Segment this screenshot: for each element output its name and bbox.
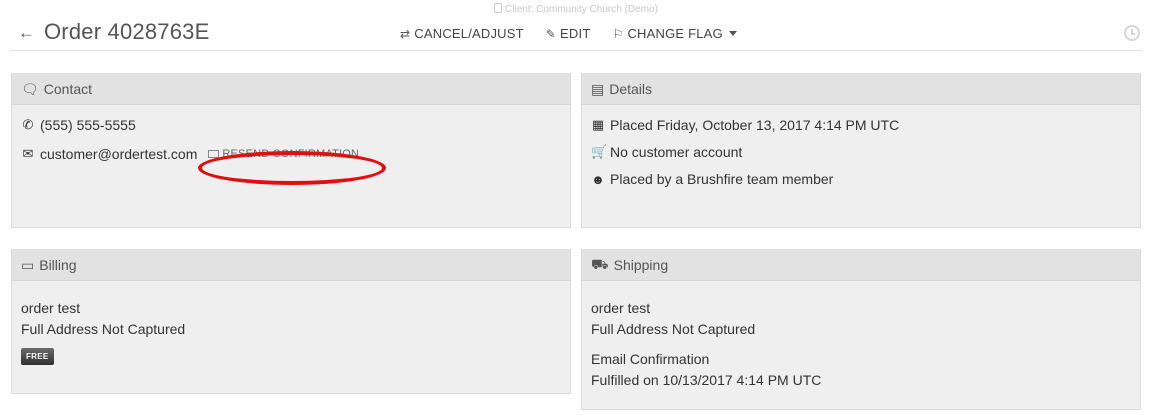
user-icon: ☻	[591, 171, 605, 187]
cart-icon: 🛒	[591, 144, 608, 159]
caret-down-icon	[728, 31, 737, 36]
details-panel-header: ▤ Details	[582, 74, 1140, 105]
resend-confirmation-button[interactable]: RESEND CONFIRMATION	[208, 148, 359, 160]
change-flag-button[interactable]: ⚐ CHANGE FLAG	[612, 26, 737, 41]
free-badge: FREE	[21, 348, 54, 365]
billing-panel-body: order test Full Address Not Captured FRE…	[12, 281, 570, 377]
archive-icon: ▤	[591, 80, 605, 97]
details-panel-body: ▦ Placed Friday, October 13, 2017 4:14 PM…	[582, 105, 1140, 212]
billing-panel-header: ▭ Billing	[12, 250, 570, 281]
flag-icon: ⚐	[612, 26, 624, 41]
order-header: ← Order 4028763E ⇄ CANCEL/ADJUST ✎ EDIT ⚐ C…	[10, 14, 1142, 51]
details-title: Details	[609, 81, 653, 97]
shipping-panel: ⛟ Shipping order test Full Address Not Ca…	[581, 249, 1141, 410]
resend-confirmation-label: RESEND CONFIRMATION	[222, 148, 360, 160]
contact-phone: (555) 555-5555	[40, 117, 136, 133]
money-icon: ▭	[21, 256, 35, 273]
pencil-icon: ✎	[545, 26, 557, 41]
phone-icon: ✆	[22, 117, 34, 132]
shipping-method: Email Confirmation	[591, 351, 710, 367]
billing-panel: ▭ Billing order test Full Address Not Cap…	[11, 249, 571, 394]
contact-email-row: ✉ customer@ordertest.com RESEND CONFIRMAT…	[21, 146, 561, 162]
envelope-icon: ✉	[22, 146, 34, 161]
truck-icon: ⛟	[591, 255, 609, 272]
billing-title: Billing	[39, 257, 77, 273]
details-placed: Placed Friday, October 13, 2017 4:14 PM …	[610, 117, 900, 133]
contact-title: Contact	[43, 81, 93, 97]
contact-panel-body: ✆ (555) 555-5555 ✉ customer@ordertest.com …	[12, 105, 570, 187]
billing-name: order test	[21, 300, 81, 316]
shipping-fulfilled: Fulfilled on 10/13/2017 4:14 PM UTC	[591, 372, 822, 388]
calendar-icon: ▦	[591, 117, 605, 132]
clock-icon[interactable]	[1124, 25, 1140, 41]
envelope-outline-icon	[208, 150, 220, 158]
details-placed-by-row: ☻ Placed by a Brushfire team member	[591, 171, 1131, 187]
details-panel: ▤ Details ▦ Placed Friday, October 13, 201…	[581, 73, 1141, 228]
comments-icon: 🗨	[21, 80, 39, 97]
document-icon	[494, 3, 503, 13]
shipping-title: Shipping	[613, 257, 669, 273]
change-flag-label: CHANGE FLAG	[627, 26, 723, 41]
contact-email: customer@ordertest.com	[40, 146, 198, 162]
details-placed-by: Placed by a Brushfire team member	[610, 171, 834, 187]
details-account: No customer account	[610, 144, 743, 160]
shipping-address: Full Address Not Captured	[591, 321, 756, 337]
cancel-adjust-button[interactable]: ⇄ CANCEL/ADJUST	[400, 26, 524, 41]
contact-panel: 🗨 Contact ✆ (555) 555-5555 ✉ customer@order…	[11, 73, 571, 228]
shipping-panel-header: ⛟ Shipping	[582, 250, 1140, 281]
contact-phone-row: ✆ (555) 555-5555	[21, 117, 561, 133]
shipping-name: order test	[591, 300, 651, 316]
order-actions: ⇄ CANCEL/ADJUST ✎ EDIT ⚐ CHANGE FLAG	[400, 26, 737, 41]
page-title: Order 4028763E	[44, 19, 210, 44]
back-arrow-icon[interactable]: ←	[18, 23, 35, 43]
edit-label: EDIT	[560, 26, 591, 41]
exchange-icon: ⇄	[400, 26, 411, 41]
cancel-adjust-label: CANCEL/ADJUST	[414, 26, 524, 41]
shipping-panel-body: order test Full Address Not Captured Ema…	[582, 281, 1140, 403]
edit-button[interactable]: ✎ EDIT	[546, 26, 591, 41]
contact-panel-header: 🗨 Contact	[12, 74, 570, 105]
billing-address: Full Address Not Captured	[21, 321, 186, 337]
details-placed-row: ▦ Placed Friday, October 13, 2017 4:14 PM…	[591, 117, 1131, 133]
details-account-row: 🛒 No customer account	[591, 144, 1131, 160]
